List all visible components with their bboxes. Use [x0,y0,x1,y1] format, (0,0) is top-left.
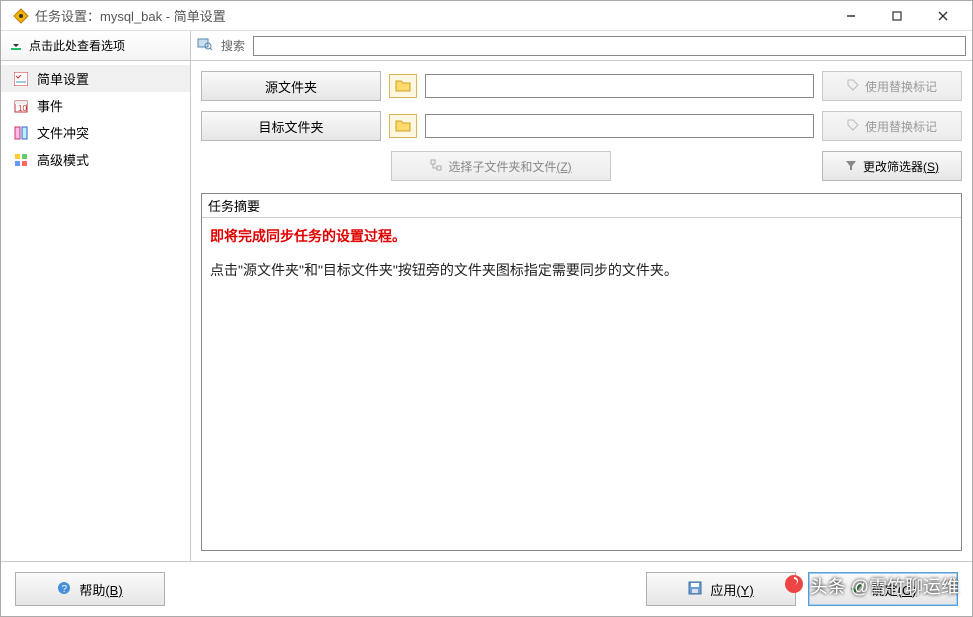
tag-icon [847,79,859,94]
save-icon [688,581,702,598]
search-row: 搜索 [191,31,972,61]
summary-title: 任务摘要 [202,194,961,218]
window-title: 任务设置：mysql_bak - 简单设置 [35,6,828,25]
nav-item-conflict[interactable]: 文件冲突 [1,119,190,146]
checklist-icon [13,71,29,87]
download-icon [9,37,23,54]
app-icon [13,8,29,24]
ok-button[interactable]: 确定(O) [808,572,958,606]
folder-icon [395,78,411,95]
target-browse-button[interactable] [389,114,417,138]
options-toggle[interactable]: 点击此处查看选项 [1,31,190,61]
tag-icon [847,119,859,134]
target-path-input[interactable] [425,114,814,138]
nav-item-events[interactable]: 10 事件 [1,92,190,119]
filter-icon [845,159,857,174]
summary-box: 任务摘要 即将完成同步任务的设置过程。 点击"源文件夹"和"目标文件夹"按钮旁的… [201,193,962,551]
apply-button[interactable]: 应用(Y) [646,572,796,606]
nav-label: 事件 [37,96,63,115]
nav-item-advanced[interactable]: 高级模式 [1,146,190,173]
grid-icon [13,152,29,168]
folder-icon [395,118,411,135]
nav-list: 简单设置 10 事件 文件冲突 高级模式 [1,61,190,177]
search-icon [197,36,213,55]
target-folder-button[interactable]: 目标文件夹 [201,111,381,141]
summary-warning: 即将完成同步任务的设置过程。 [210,226,953,246]
search-label: 搜索 [221,37,245,54]
source-path-input[interactable] [425,74,814,98]
nav-item-simple[interactable]: 简单设置 [1,65,190,92]
tree-icon [430,159,442,174]
target-replace-button[interactable]: 使用替换标记 [822,111,962,141]
minimize-button[interactable] [828,1,874,31]
summary-body: 即将完成同步任务的设置过程。 点击"源文件夹"和"目标文件夹"按钮旁的文件夹图标… [202,218,961,550]
source-replace-button[interactable]: 使用替换标记 [822,71,962,101]
sidebar: 点击此处查看选项 简单设置 10 事件 文件冲突 高级模式 [1,31,191,561]
svg-text:10: 10 [18,104,27,113]
main-panel: 搜索 源文件夹 使用替换标记 目标文件夹 [191,31,972,561]
search-input[interactable] [253,36,966,56]
source-browse-button[interactable] [389,74,417,98]
nav-label: 高级模式 [37,150,89,169]
footer: ? 帮助(B) 应用(Y) 确定(O) [1,561,972,616]
options-label: 点击此处查看选项 [29,37,125,54]
change-filter-button[interactable]: 更改筛选器(S) [822,151,962,181]
help-button[interactable]: ? 帮助(B) [15,572,165,606]
summary-hint: 点击"源文件夹"和"目标文件夹"按钮旁的文件夹图标指定需要同步的文件夹。 [210,260,953,280]
maximize-button[interactable] [874,1,920,31]
check-icon [850,581,864,598]
help-icon: ? [57,581,71,598]
conflict-icon [13,125,29,141]
close-button[interactable] [920,1,966,31]
calendar-icon: 10 [13,98,29,114]
nav-label: 简单设置 [37,69,89,88]
svg-text:?: ? [62,584,68,595]
source-folder-button[interactable]: 源文件夹 [201,71,381,101]
titlebar: 任务设置：mysql_bak - 简单设置 [1,1,972,31]
nav-label: 文件冲突 [37,123,89,142]
select-subfolders-button[interactable]: 选择子文件夹和文件(Z) [391,151,611,181]
